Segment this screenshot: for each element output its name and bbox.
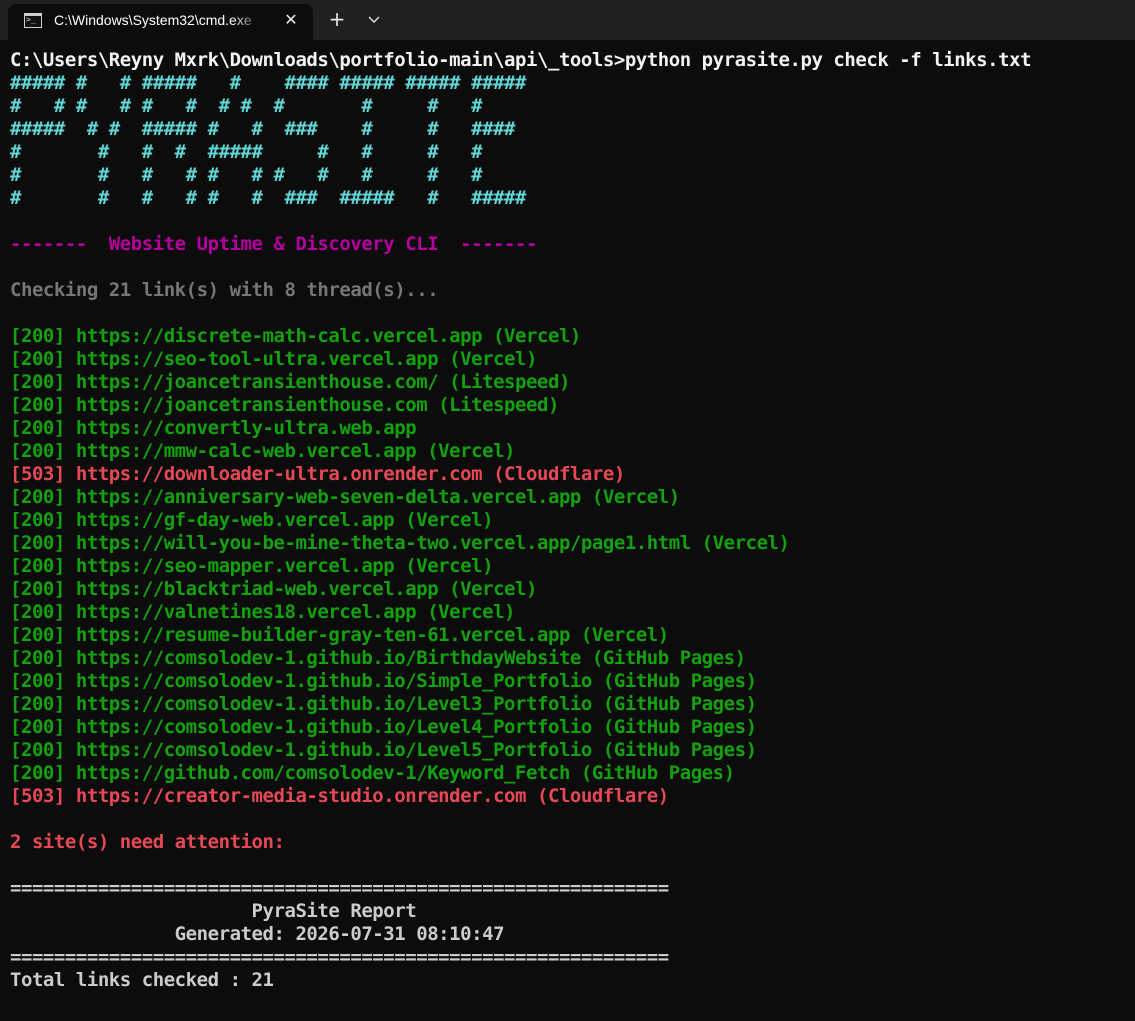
result-line: [200] https://seo-tool-ultra.vercel.app … — [10, 348, 537, 370]
tab-title: C:\Windows\System32\cmd.exe — [54, 12, 252, 28]
result-line: [200] https://seo-mapper.vercel.app (Ver… — [10, 555, 494, 577]
new-tab-button[interactable]: + — [322, 4, 352, 34]
report-separator-bottom: ========================================… — [10, 946, 669, 968]
tab-cmd[interactable]: C:\Windows\System32\cmd.exe ✕ — [8, 4, 313, 40]
ascii-art-line: # # # # ##### # # # # — [10, 141, 483, 163]
banner-line: ------- Website Uptime & Discovery CLI -… — [10, 233, 537, 255]
ascii-art-line: # # # # # # # # # # # — [10, 164, 483, 186]
chevron-down-icon — [368, 16, 380, 23]
result-line: [503] https://creator-media-studio.onren… — [10, 785, 669, 807]
result-line: [200] https://github.com/comsolodev-1/Ke… — [10, 762, 735, 784]
ascii-art-line: # # # # # # ### ##### # ##### — [10, 187, 527, 209]
tab-dropdown-button[interactable] — [360, 4, 388, 34]
ascii-art-line: ##### # # ##### # #### ##### ##### ##### — [10, 72, 527, 94]
result-line: [200] https://comsolodev-1.github.io/Lev… — [10, 693, 757, 715]
result-line: [200] https://comsolodev-1.github.io/Sim… — [10, 670, 757, 692]
report-total: Total links checked : 21 — [10, 969, 274, 991]
terminal-icon — [24, 13, 42, 28]
result-line: [200] https://comsolodev-1.github.io/Lev… — [10, 739, 757, 761]
result-line: [200] https://gf-day-web.vercel.app (Ver… — [10, 509, 494, 531]
command-line: C:\Users\Reyny Mxrk\Downloads\portfolio-… — [10, 49, 1032, 71]
results-list: [200] https://discrete-math-calc.vercel.… — [10, 325, 1130, 808]
result-line: [200] https://anniversary-web-seven-delt… — [10, 486, 680, 508]
result-line: [200] https://valnetines18.vercel.app (V… — [10, 601, 516, 623]
report-separator-top: ========================================… — [10, 877, 669, 899]
result-line: [200] https://convertly-ultra.web.app — [10, 417, 417, 439]
result-line: [200] https://comsolodev-1.github.io/Bir… — [10, 647, 746, 669]
close-tab-icon[interactable]: ✕ — [276, 4, 306, 36]
ascii-art-line: ##### # # ##### # # ### # # #### — [10, 118, 516, 140]
report-title: PyraSite Report — [10, 900, 417, 922]
ascii-art-line: # # # # # # # # # # # # — [10, 95, 483, 117]
title-bar: C:\Windows\System32\cmd.exe ✕ + — [0, 0, 1135, 40]
report-generated: Generated: 2026-07-31 08:10:47 — [10, 923, 505, 945]
checking-status: Checking 21 link(s) with 8 thread(s)... — [10, 279, 439, 301]
terminal-output[interactable]: C:\Users\Reyny Mxrk\Downloads\portfolio-… — [10, 49, 1130, 1009]
result-line: [200] https://comsolodev-1.github.io/Lev… — [10, 716, 757, 738]
result-line: [503] https://downloader-ultra.onrender.… — [10, 463, 625, 485]
result-line: [200] https://mmw-calc-web.vercel.app (V… — [10, 440, 516, 462]
result-line: [200] https://joancetransienthouse.com (… — [10, 394, 559, 416]
result-line: [200] https://will-you-be-mine-theta-two… — [10, 532, 790, 554]
result-line: [200] https://blacktriad-web.vercel.app … — [10, 578, 537, 600]
result-line: [200] https://joancetransienthouse.com/ … — [10, 371, 570, 393]
result-line: [200] https://discrete-math-calc.vercel.… — [10, 325, 581, 347]
result-line: [200] https://resume-builder-gray-ten-61… — [10, 624, 669, 646]
attention-line: 2 site(s) need attention: — [10, 831, 285, 853]
